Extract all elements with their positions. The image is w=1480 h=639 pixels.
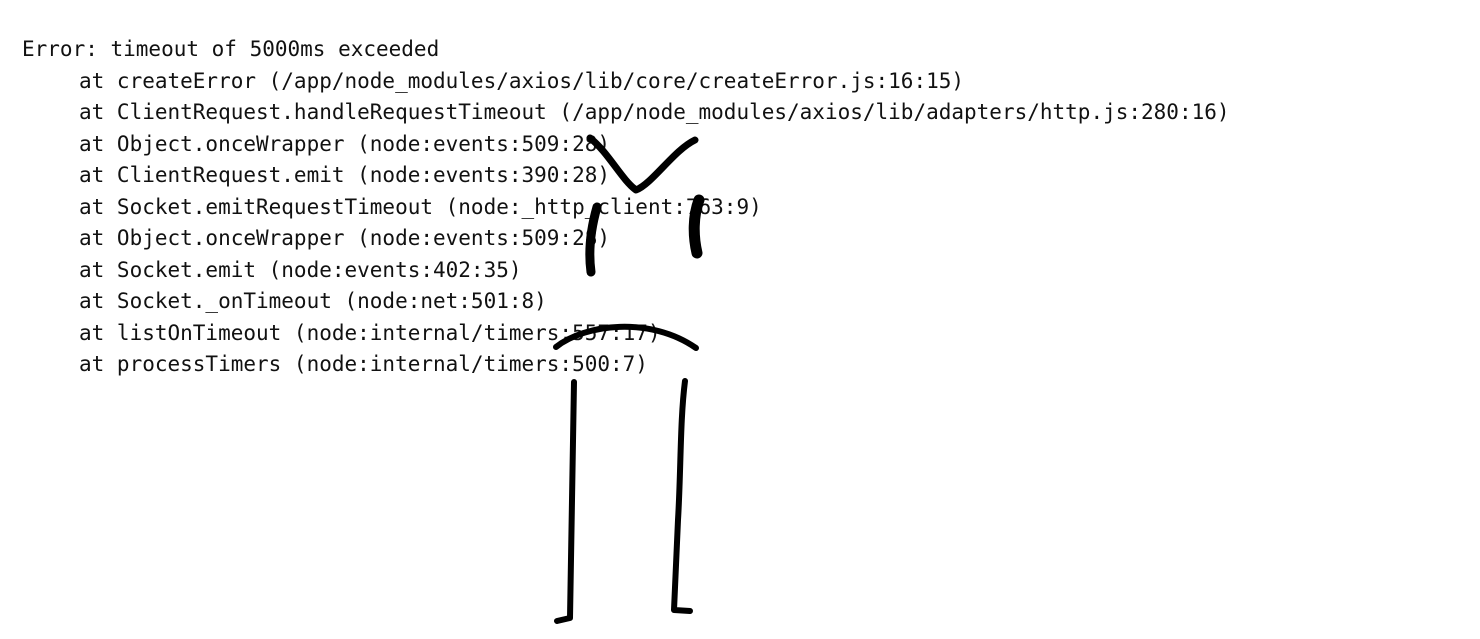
stack-frame: at Object.onceWrapper (node:events:509:2…: [79, 131, 611, 156]
stack-frame: at Socket.emitRequestTimeout (node:_http…: [79, 194, 762, 219]
stack-frame: at Object.onceWrapper (node:events:509:2…: [79, 226, 611, 250]
error-message: Error: timeout of 5000ms exceeded: [22, 37, 440, 61]
stack-frame: at ClientRequest.handleRequestTimeout (/…: [79, 100, 1230, 124]
stack-frame: at processTimers (node:internal/timers:5…: [79, 352, 648, 376]
terminal-output: Error: timeout of 5000ms exceeded at crea…: [0, 0, 1480, 639]
doodle-left-leg: [554, 379, 577, 624]
stack-frame: at createError (/app/node_modules/axios/…: [79, 68, 965, 93]
doodle-right-leg: [671, 378, 693, 614]
stack-frame: at Socket.emit (node:events:402:35): [79, 257, 522, 282]
stack-frame: at listOnTimeout (node:internal/timers:5…: [79, 320, 661, 345]
error-stack-trace: Error: timeout of 5000ms exceeded at crea…: [22, 34, 1230, 381]
stack-frame: at ClientRequest.emit (node:events:390:2…: [79, 163, 611, 187]
stack-frame: at Socket._onTimeout (node:net:501:8): [79, 289, 547, 313]
